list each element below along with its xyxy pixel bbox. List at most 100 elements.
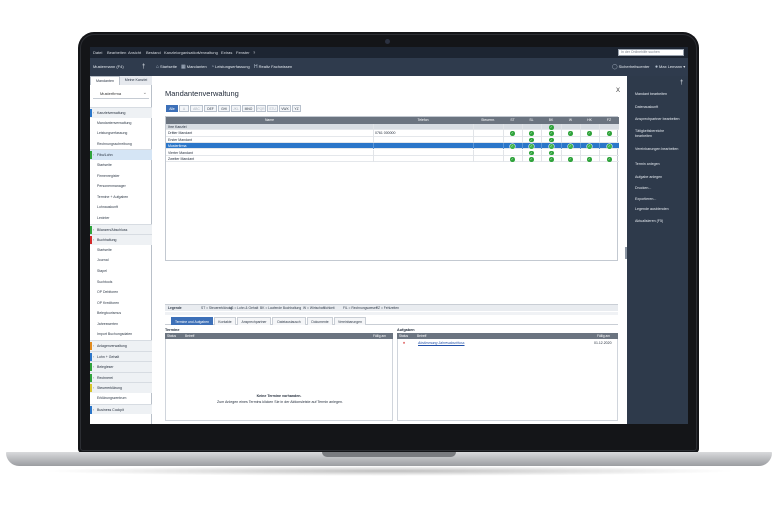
action-t-tigkeitsbereiche-bearbeiten[interactable]: Tätigkeitsbereiche bearbeiten [635, 129, 681, 139]
col-bk[interactable]: BK [541, 117, 561, 124]
sidebar-item-anlagenverwaltung[interactable]: › Anlagenverwaltung [90, 340, 152, 351]
table-row[interactable]: Zweiter Mandant ✓ ✓ ✓ ✓ ✓ ✓ [166, 156, 619, 163]
sidebar-item-rechnerei[interactable]: › Rechnerei [90, 371, 152, 383]
tab-vereinbarungen[interactable]: Vereinbarungen [334, 317, 366, 325]
sidebar-item-import-buchungsdaten[interactable]: Import Buchungsdaten [90, 329, 152, 340]
tab-kontakte[interactable]: Kontakte [214, 317, 236, 325]
client-dropdown[interactable]: Musterfirma ⌄ [93, 88, 149, 99]
sidebar-item-mandantenverwaltung[interactable]: Mandantenverwaltung [90, 118, 152, 129]
sidebar-item-lohn-gehalt[interactable]: › Lohn + Gehalt [90, 350, 152, 362]
action-legende-ausblenden[interactable]: Legende ausblenden [635, 207, 669, 211]
col-hk[interactable]: HK [580, 117, 599, 124]
action-drucken-[interactable]: Drucken... [635, 186, 651, 190]
task-row[interactable]: ♦ Abstimmung Jahresabschluss 01.12.2020 [398, 340, 617, 346]
sidebar-item-leistungserfassung[interactable]: Leistungserfassung [90, 128, 152, 139]
letter-filter-button[interactable]: MNO [242, 105, 255, 112]
action-termin-anlegen[interactable]: Termin anlegen [635, 162, 660, 166]
tab-meine-kanzlei[interactable]: Meine Kanzlei [120, 76, 152, 85]
table-row[interactable]: Musterfirma ✓ ✓ ✓ ✓ ✓ ✓ [166, 143, 619, 150]
sidebar-item-startseite[interactable]: Startseite [90, 160, 152, 171]
sidebar-item-buchhaltung[interactable]: › Buchhaltung [90, 234, 152, 245]
action-vereinbarungen-bearbeiten[interactable]: Vereinbarungen bearbeiten [635, 147, 681, 152]
expand-icon[interactable]: › [93, 150, 94, 160]
sidebar-item-jahreswerten[interactable]: Jahreswerten [90, 319, 152, 330]
letter-filter-button[interactable]: ABC [190, 105, 203, 112]
expand-icon[interactable]: › [93, 373, 94, 383]
sidebar-item-termine-aufgaben[interactable]: Termine + Aufgaben [90, 192, 152, 203]
expand-icon[interactable]: › [93, 352, 94, 362]
letter-filter-button[interactable]: DEF [204, 105, 217, 112]
action-aufgabe-anlegen[interactable]: Aufgabe anlegen [635, 175, 662, 179]
expand-icon[interactable]: › [93, 225, 94, 235]
menu-bearbeiten[interactable]: Bearbeiten [107, 47, 126, 58]
sidebar-item-personenmanager[interactable]: Personenmanager [90, 181, 152, 192]
tab-termine-und-aufgaben[interactable]: Termine und Aufgaben [171, 317, 213, 325]
sidebar-item-stapel[interactable]: Stapel [90, 266, 152, 277]
sidebar-item-belegleser[interactable]: › Belegleser [90, 361, 152, 372]
expand-icon[interactable]: › [93, 341, 94, 351]
sidebar-item-rechnungsschreibung[interactable]: Rechnungsschreibung [90, 139, 152, 150]
col-sl[interactable]: SL [522, 117, 541, 124]
col-phone[interactable]: Telefon [373, 117, 473, 124]
col-tax[interactable]: Steuernr. [473, 117, 503, 124]
action-exportieren-[interactable]: Exportieren... [635, 197, 656, 201]
letter-filter-button[interactable]: JKL [231, 105, 241, 112]
sidebar-item-journal[interactable]: Journal [90, 255, 152, 266]
col-fz[interactable]: FZ [599, 117, 619, 124]
sidebar-item-op-debitoren[interactable]: OP Debitoren [90, 287, 152, 298]
letter-filter-button[interactable]: GHI [218, 105, 230, 112]
table-row[interactable]: Erster Mandant ✓ ✓ [166, 136, 619, 144]
sidebar-item-erklärungszentrum[interactable]: Erklärungszentrum [90, 393, 152, 404]
tab-ansprechpartner[interactable]: Ansprechpartner [237, 317, 271, 325]
sidebar-item-belegtourismus[interactable]: Belegtourismus [90, 308, 152, 319]
col-name[interactable]: Name [166, 117, 373, 124]
expand-icon[interactable]: › [93, 108, 94, 118]
sidebar-item-op-kreditoren[interactable]: OP Kreditoren [90, 298, 152, 309]
expand-icon[interactable]: › [93, 235, 94, 245]
sidebar-item-suchtools[interactable]: Suchtools [90, 277, 152, 288]
toolbar-fachwissen[interactable]: HRealtz Fachwissen [254, 58, 292, 76]
toolbar-leistungserfassung[interactable]: ◔Leistungserfassung [211, 58, 250, 76]
expand-icon[interactable]: › [93, 383, 94, 393]
letter-filter-button[interactable]: STU [267, 105, 278, 112]
menu-extras[interactable]: Extras [221, 47, 232, 58]
splitter-handle[interactable] [165, 312, 618, 315]
col-st[interactable]: ST [503, 117, 522, 124]
table-row[interactable]: Ihre Kanzlei ✓ [166, 124, 619, 131]
toolbar-startseite[interactable]: ⌂Startseite [156, 58, 177, 76]
menu-help[interactable]: ? [253, 47, 255, 58]
sidebar-item-lexinter[interactable]: Lexinter [90, 213, 152, 224]
expand-icon[interactable]: › [93, 405, 94, 415]
sidebar-item-bilanzen-abschluss[interactable]: › Bilanzen/Abschluss [90, 223, 152, 235]
menu-fenster[interactable]: Fenster [236, 47, 250, 58]
action-mandant-bearbeiten[interactable]: Mandant bearbeiten [635, 92, 667, 96]
security-center[interactable]: ◯Sicherheitscenter [612, 58, 650, 76]
letter-filter-button[interactable]: PQR [256, 105, 266, 112]
letter-filter-button[interactable]: VWX [279, 105, 291, 112]
task-subject[interactable]: Abstimmung Jahresabschluss [418, 340, 465, 346]
action-aktualisieren-f5-[interactable]: Aktualisieren (F5) [635, 219, 663, 223]
letter-filter-button[interactable]: A [179, 105, 189, 112]
sidebar-item-startseite[interactable]: Startseite [90, 245, 152, 256]
sidebar-item-firmenregister[interactable]: Firmenregister [90, 171, 152, 182]
tab-dateiaustausch[interactable]: Dateiaustausch [272, 317, 306, 325]
help-search-input[interactable]: In der Onlinehilfe suchen [618, 49, 684, 56]
expand-icon[interactable]: › [93, 362, 94, 372]
sidebar-item-steuererklärung[interactable]: › Steuererklärung [90, 382, 152, 394]
sidebar-item-fibu-lohn[interactable]: › Fibu/Lohn [90, 149, 152, 160]
menu-bestand[interactable]: Bestand [146, 47, 161, 58]
user-menu[interactable]: ●Max Lemann ▾ [655, 58, 685, 76]
client-selector[interactable]: Mustermann (F4) [93, 58, 124, 76]
letter-filter-button[interactable]: YZ [292, 105, 301, 112]
sidebar-item-lohnauskunft[interactable]: Lohnauskunft [90, 202, 152, 213]
pin-icon[interactable]: † [142, 58, 145, 76]
letter-filter-button[interactable]: Alle [166, 105, 178, 112]
menu-kanzleiorganisation[interactable]: Kanzleiorganisation [164, 47, 199, 58]
menu-ansicht[interactable]: Ansicht [128, 47, 141, 58]
table-row[interactable]: Dritter Mandant 0761 000000 ✓ ✓ ✓ ✓ ✓ ✓ [166, 130, 619, 137]
menu-datei[interactable]: Datei [93, 47, 102, 58]
close-icon[interactable]: X [616, 88, 620, 94]
tab-mandanten[interactable]: Mandanten [90, 76, 120, 85]
col-w[interactable]: W [561, 117, 580, 124]
pin-icon[interactable]: † [680, 80, 683, 86]
